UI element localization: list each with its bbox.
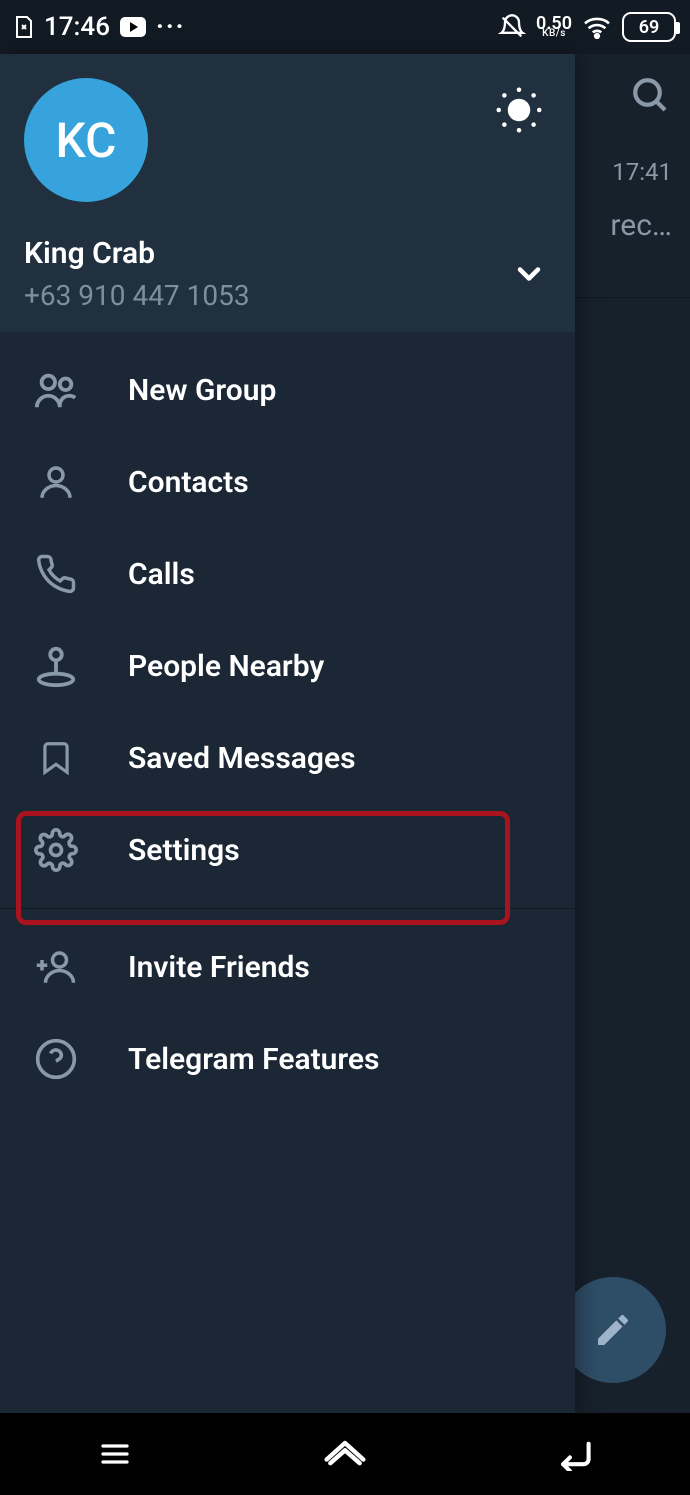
navigation-drawer: KC King Crab +63 910 447 1053: [0, 54, 575, 1413]
wifi-icon: [582, 15, 612, 39]
more-notifications-icon: ···: [156, 12, 186, 42]
menu-label: People Nearby: [128, 649, 324, 684]
bookmark-icon: [32, 734, 80, 782]
menu-item-invite-friends[interactable]: Invite Friends: [0, 921, 575, 1013]
menu-item-settings[interactable]: Settings: [0, 804, 575, 896]
menu-label: Invite Friends: [128, 950, 310, 985]
avatar[interactable]: KC: [24, 78, 148, 202]
chat-preview: rec…: [610, 208, 672, 243]
gear-icon: [32, 826, 80, 874]
nav-back-button[interactable]: [549, 1428, 601, 1480]
phone-icon: [32, 550, 80, 598]
back-icon: [554, 1437, 596, 1471]
nearby-icon: [32, 642, 80, 690]
home-icon: [323, 1436, 367, 1472]
menu-item-contacts[interactable]: Contacts: [0, 436, 575, 528]
nav-home-button[interactable]: [319, 1428, 371, 1480]
status-bar: 17:46 ··· 0.50 KB/s 69: [0, 0, 690, 54]
battery-indicator: 69: [622, 12, 676, 42]
group-icon: [32, 366, 80, 414]
network-speed: 0.50 KB/s: [536, 17, 572, 38]
person-add-icon: [32, 943, 80, 991]
user-name: King Crab: [24, 236, 511, 271]
battery-percent: 69: [639, 17, 660, 38]
sun-icon: [492, 83, 546, 137]
menu-item-people-nearby[interactable]: People Nearby: [0, 620, 575, 712]
chat-time: 17:41: [612, 158, 672, 186]
pencil-icon: [593, 1310, 633, 1350]
menu-label: Calls: [128, 557, 195, 592]
menu-label: Settings: [128, 833, 240, 868]
menu-item-saved-messages[interactable]: Saved Messages: [0, 712, 575, 804]
menu-item-calls[interactable]: Calls: [0, 528, 575, 620]
help-icon: [32, 1035, 80, 1083]
status-time: 17:46: [44, 12, 110, 42]
menu-lines-icon: [95, 1438, 135, 1470]
menu-label: New Group: [128, 373, 276, 408]
menu-divider: [0, 908, 575, 909]
search-icon[interactable]: [630, 75, 672, 117]
menu-label: Contacts: [128, 465, 249, 500]
menu-item-telegram-features[interactable]: Telegram Features: [0, 1013, 575, 1105]
compose-fab[interactable]: [560, 1277, 666, 1383]
avatar-initials: KC: [56, 112, 117, 169]
network-speed-unit: KB/s: [542, 30, 566, 38]
chevron-down-icon: [511, 256, 551, 292]
menu-label: Telegram Features: [128, 1042, 379, 1077]
theme-toggle[interactable]: [487, 78, 551, 142]
nav-recent-button[interactable]: [89, 1428, 141, 1480]
person-icon: [32, 458, 80, 506]
drawer-header: KC King Crab +63 910 447 1053: [0, 54, 575, 332]
sim-alert-icon: [14, 15, 34, 39]
status-right: 0.50 KB/s 69: [498, 12, 676, 42]
system-nav-bar: [0, 1413, 690, 1495]
user-phone: +63 910 447 1053: [24, 279, 511, 312]
menu-item-new-group[interactable]: New Group: [0, 344, 575, 436]
menu-label: Saved Messages: [128, 741, 356, 776]
drawer-menu: New Group Contacts Calls People Nearby S: [0, 332, 575, 1413]
status-left: 17:46 ···: [14, 12, 186, 42]
dnd-icon: [498, 13, 526, 41]
youtube-icon: [120, 17, 146, 37]
account-switcher[interactable]: King Crab +63 910 447 1053: [24, 236, 551, 312]
